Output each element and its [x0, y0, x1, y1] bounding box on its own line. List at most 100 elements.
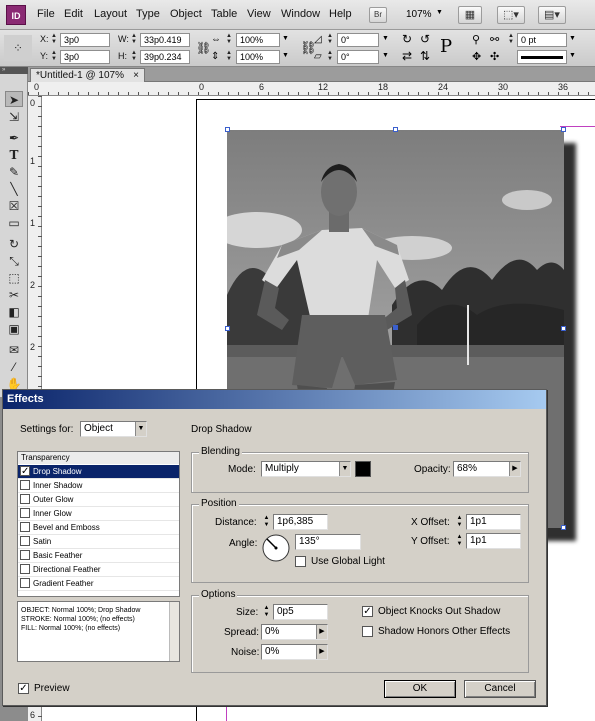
select-previous-icon[interactable]: ✥ — [472, 50, 481, 63]
shear-field[interactable]: 0° — [337, 50, 379, 64]
document-tab[interactable]: *Untitled-1 @ 107% × — [30, 68, 145, 82]
effect-basic-feather[interactable]: Basic Feather — [18, 549, 179, 563]
scale-y-field[interactable]: 100% — [236, 50, 280, 64]
distance-spinner-icon[interactable]: ▲ ▼ — [261, 515, 272, 529]
gradient-swatch-tool-icon[interactable]: ◧ — [5, 304, 23, 320]
menu-window[interactable]: Window — [281, 8, 320, 20]
center-point[interactable] — [393, 325, 398, 330]
ok-button[interactable]: OK — [384, 680, 456, 698]
rectangle-frame-tool-icon[interactable]: ☒ — [5, 198, 23, 214]
menu-table[interactable]: Table — [211, 8, 237, 20]
summary-scrollbar[interactable] — [169, 602, 179, 661]
noise-slider-icon[interactable]: ▶ — [316, 645, 327, 659]
opacity-field[interactable]: 68% ▶ — [453, 461, 521, 477]
dialog-title[interactable]: Effects — [3, 390, 546, 409]
menu-object[interactable]: Object — [170, 8, 202, 20]
spread-field[interactable]: 0% ▶ — [261, 624, 328, 640]
constrain-proportions-icon[interactable]: ⛓ — [196, 41, 211, 55]
effect-checkbox[interactable] — [20, 536, 30, 546]
effect-checkbox[interactable] — [20, 578, 30, 588]
type-tool-icon[interactable]: T — [5, 147, 23, 163]
stroke-weight-field[interactable]: 0 pt — [517, 33, 567, 47]
effect-inner-glow[interactable]: Inner Glow — [18, 507, 179, 521]
menu-edit[interactable]: Edit — [64, 8, 83, 20]
close-tab-icon[interactable]: × — [133, 69, 139, 82]
select-next-icon[interactable]: ✣ — [490, 50, 499, 63]
knocks-out-shadow-checkbox[interactable]: ✓ — [362, 606, 373, 617]
noise-field[interactable]: 0% ▶ — [261, 644, 328, 660]
scale-tool-icon[interactable]: ⤡ — [5, 253, 23, 269]
y-field[interactable]: 3p0 — [60, 50, 110, 64]
rotation-dropdown-icon[interactable]: ▼ — [382, 35, 389, 42]
effect-outer-glow[interactable]: Outer Glow — [18, 493, 179, 507]
selection-handle[interactable] — [561, 127, 566, 132]
view-options-icon[interactable]: ▦ — [458, 6, 482, 24]
scale-x-dropdown-icon[interactable]: ▼ — [282, 35, 289, 42]
menu-file[interactable]: File — [37, 8, 55, 20]
effect-directional-feather[interactable]: Directional Feather — [18, 563, 179, 577]
selection-handle[interactable] — [225, 326, 230, 331]
selection-handle[interactable] — [561, 525, 566, 530]
effect-checkbox[interactable] — [20, 564, 30, 574]
rotate-tool-icon[interactable]: ↻ — [5, 236, 23, 252]
effect-checkbox[interactable] — [20, 508, 30, 518]
arrange-documents-icon[interactable]: ▤▾ — [538, 6, 566, 24]
spread-slider-icon[interactable]: ▶ — [316, 625, 327, 639]
rotate-spinner-icon[interactable]: ▲ ▼ — [326, 33, 334, 45]
cancel-button[interactable]: Cancel — [464, 680, 536, 698]
free-transform-tool-icon[interactable]: ⬚ — [5, 270, 23, 286]
direct-selection-tool-icon[interactable]: ⇲ — [5, 109, 23, 125]
effect-checkbox[interactable] — [20, 480, 30, 490]
effect-satin[interactable]: Satin — [18, 535, 179, 549]
settings-for-select[interactable]: Object ▼ — [80, 421, 147, 437]
stroke-type-dropdown-icon[interactable]: ▼ — [569, 52, 576, 59]
select-content-icon[interactable]: ⚯ — [490, 33, 499, 46]
effect-drop-shadow[interactable]: ✓ Drop Shadow — [18, 465, 179, 479]
scale-y-spinner-icon[interactable]: ▲ ▼ — [225, 50, 233, 62]
x-spinner-icon[interactable]: ▲ ▼ — [50, 33, 58, 45]
pencil-tool-icon[interactable]: ✎ — [5, 164, 23, 180]
menu-view[interactable]: View — [247, 8, 271, 20]
horizontal-ruler[interactable]: 0 0 6 12 18 24 30 36 — [28, 82, 595, 96]
scale-x-spinner-icon[interactable]: ▲ ▼ — [225, 33, 233, 45]
effect-checkbox[interactable] — [20, 494, 30, 504]
shadow-color-swatch[interactable] — [355, 461, 371, 477]
y-spinner-icon[interactable]: ▲ ▼ — [50, 50, 58, 62]
size-spinner-icon[interactable]: ▲ ▼ — [261, 605, 272, 619]
effect-inner-shadow[interactable]: Inner Shadow — [18, 479, 179, 493]
panel-collapse-icon[interactable]: » — [0, 67, 28, 74]
selection-tool-icon[interactable]: ➤ — [5, 91, 23, 107]
effect-bevel-emboss[interactable]: Bevel and Emboss — [18, 521, 179, 535]
preview-checkbox[interactable]: ✓ — [18, 683, 29, 694]
y-offset-spinner-icon[interactable]: ▲ ▼ — [454, 534, 465, 548]
bridge-button[interactable]: Br — [369, 7, 387, 23]
effect-gradient-feather[interactable]: Gradient Feather — [18, 577, 179, 591]
shear-dropdown-icon[interactable]: ▼ — [382, 52, 389, 59]
effect-checkbox[interactable] — [20, 522, 30, 532]
mode-select[interactable]: Multiply ▼ — [261, 461, 351, 477]
rotate-cw-icon[interactable]: ↻ — [402, 32, 412, 46]
menu-type[interactable]: Type — [136, 8, 160, 20]
distance-field[interactable]: 1p6,385 — [273, 514, 328, 530]
rotation-field[interactable]: 0° — [337, 33, 379, 47]
opacity-slider-icon[interactable]: ▶ — [509, 462, 520, 476]
selection-handle[interactable] — [225, 127, 230, 132]
scale-x-field[interactable]: 100% — [236, 33, 280, 47]
honors-other-effects-checkbox[interactable] — [362, 626, 373, 637]
menu-layout[interactable]: Layout — [94, 8, 127, 20]
stroke-weight-dropdown-icon[interactable]: ▼ — [569, 35, 576, 42]
flip-vertical-icon[interactable]: ⇅ — [420, 49, 430, 63]
w-spinner-icon[interactable]: ▲ ▼ — [130, 33, 138, 45]
h-spinner-icon[interactable]: ▲ ▼ — [130, 50, 138, 62]
reference-point-icon[interactable]: ⁘ — [4, 35, 32, 61]
zoom-level[interactable]: 107% — [406, 9, 432, 20]
use-global-light-checkbox[interactable] — [295, 556, 306, 567]
gradient-feather-tool-icon[interactable]: ▣ — [5, 321, 23, 337]
scissors-tool-icon[interactable]: ✂ — [5, 287, 23, 303]
size-field[interactable]: 0p5 — [273, 604, 328, 620]
selection-handle[interactable] — [561, 326, 566, 331]
x-offset-spinner-icon[interactable]: ▲ ▼ — [454, 515, 465, 529]
stroke-type-field[interactable] — [517, 50, 567, 64]
menu-help[interactable]: Help — [329, 8, 352, 20]
rotate-ccw-icon[interactable]: ↺ — [420, 32, 430, 46]
